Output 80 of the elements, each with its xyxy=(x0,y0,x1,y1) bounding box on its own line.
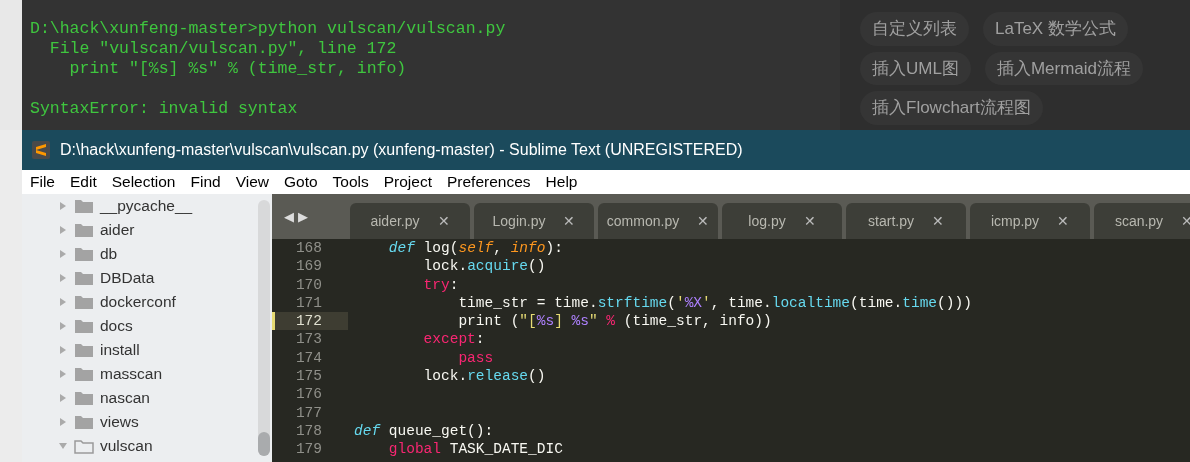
terminal-line: print "[%s] %s" % (time_str, info) xyxy=(68,59,407,79)
folder-item[interactable]: vulscan xyxy=(58,434,153,458)
line-number: 169 xyxy=(294,257,323,276)
line-number: 179 xyxy=(294,440,323,459)
folder-icon xyxy=(74,366,94,382)
line-number: 175 xyxy=(294,367,323,386)
markdown-chip[interactable]: 插入UML图 xyxy=(860,51,971,85)
menu-item[interactable]: Find xyxy=(190,170,221,194)
terminal-line: SyntaxError: invalid syntax xyxy=(30,99,298,119)
folder-icon xyxy=(74,414,94,430)
app-logo-icon xyxy=(32,141,50,159)
file-tab[interactable]: icmp.py ✕ xyxy=(970,203,1090,239)
code-line: def queue_get(): xyxy=(354,421,494,441)
line-number: 172 xyxy=(272,312,348,331)
folder-item[interactable]: masscan xyxy=(58,362,163,386)
code-line: def log(self, info): xyxy=(387,239,563,258)
markdown-chip[interactable]: 插入Mermaid流程 xyxy=(984,51,1144,85)
file-tab[interactable]: Login.py ✕ xyxy=(474,203,594,239)
scrollbar-thumb[interactable] xyxy=(258,432,270,456)
folder-item[interactable]: aider xyxy=(58,218,135,242)
line-number: 174 xyxy=(294,348,323,368)
close-icon[interactable]: ✕ xyxy=(437,210,450,232)
code-line: global TASK_DATE_DIC xyxy=(387,440,563,459)
menu-item[interactable]: Preferences xyxy=(447,170,531,194)
line-number: 178 xyxy=(294,421,323,441)
close-icon[interactable]: ✕ xyxy=(563,210,576,232)
tab-scroll-arrow[interactable]: ◀ xyxy=(284,206,294,227)
folder-icon xyxy=(74,222,94,238)
folder-item[interactable]: install xyxy=(58,338,140,362)
folder-icon xyxy=(74,270,94,286)
menu-item[interactable]: File xyxy=(30,170,55,194)
code-line: try: xyxy=(422,275,459,294)
file-tab[interactable]: aider.py ✕ xyxy=(350,203,470,239)
code-line: pass xyxy=(457,348,494,368)
file-tab[interactable]: start.py ✕ xyxy=(846,203,966,239)
markdown-chip[interactable]: 自定义列表 xyxy=(860,12,969,46)
menu-item[interactable]: Tools xyxy=(332,170,369,194)
folder-item[interactable]: docs xyxy=(58,314,133,338)
folder-item[interactable]: DBData xyxy=(58,266,155,290)
menu-item[interactable]: Edit xyxy=(70,170,97,194)
tab-scroll-arrow[interactable]: ▶ xyxy=(298,206,308,227)
menu-item[interactable]: Goto xyxy=(283,170,318,194)
menu-item[interactable]: View xyxy=(235,170,269,194)
file-tab[interactable]: log.py ✕ xyxy=(722,203,842,239)
code-line: time_str = time.strftime('%X', time.localtime(time.time())) xyxy=(457,293,972,313)
line-number: 173 xyxy=(294,330,323,349)
folder-item[interactable]: nascan xyxy=(58,386,150,410)
line-number: 168 xyxy=(294,239,323,258)
markdown-chip[interactable]: LaTeX 数学公式 xyxy=(983,12,1128,46)
folder-icon xyxy=(74,318,94,334)
folder-icon xyxy=(74,198,94,214)
menu-item[interactable]: Help xyxy=(545,170,578,194)
close-icon[interactable]: ✕ xyxy=(697,210,710,232)
open-folder-icon xyxy=(74,438,94,454)
close-icon[interactable]: ✕ xyxy=(1057,210,1070,232)
menu-item[interactable]: Selection xyxy=(111,170,176,194)
terminal-line: D:\hack\xunfeng-master>python vulscan/vulscan.py xyxy=(30,19,506,39)
menu-item[interactable]: Project xyxy=(383,170,432,194)
code-line: lock.release() xyxy=(422,367,546,386)
file-tab[interactable]: common.py ✕ xyxy=(598,203,718,239)
code-line: lock.acquire() xyxy=(422,257,546,276)
line-number: 171 xyxy=(294,293,323,313)
line-number: 170 xyxy=(294,275,323,294)
folder-icon xyxy=(74,294,94,310)
folder-icon xyxy=(74,246,94,262)
folder-item[interactable]: views xyxy=(58,410,139,434)
folder-item[interactable]: __pycache__ xyxy=(58,194,193,218)
window-title: D:\hack\xunfeng-master\vulscan\vulscan.py (xunfeng-master) - Sublime Text (UNREGISTERED) xyxy=(60,140,743,160)
terminal-line: File "vulscan/vulscan.py", line 172 xyxy=(48,39,397,59)
folder-icon xyxy=(74,390,94,406)
folder-icon xyxy=(74,342,94,358)
close-icon[interactable]: ✕ xyxy=(803,210,816,232)
code-line: except: xyxy=(422,330,485,349)
folder-item[interactable]: db xyxy=(58,242,118,266)
line-number: 177 xyxy=(294,403,323,422)
markdown-chip[interactable]: 插入Flowchart流程图 xyxy=(860,91,1043,125)
folder-item[interactable]: dockerconf xyxy=(58,290,176,314)
line-number: 176 xyxy=(294,385,323,404)
close-icon[interactable]: ✕ xyxy=(931,210,944,232)
code-line: print ("[%s] %s" % (time_str, info)) xyxy=(457,312,772,331)
